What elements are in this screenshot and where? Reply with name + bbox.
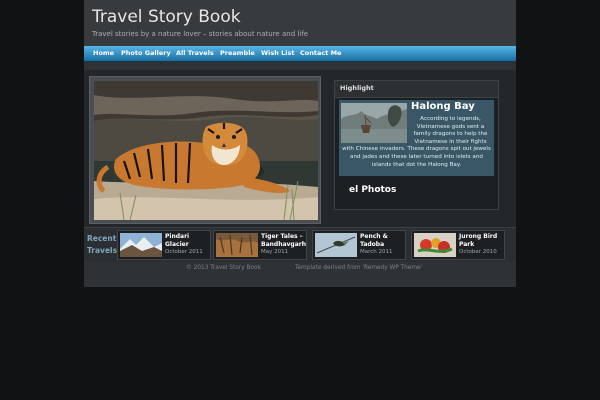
fruit-photo-icon (414, 233, 456, 257)
nav-home[interactable]: Home (93, 49, 114, 57)
highlight-excerpt-rest: with Chinese invaders. These dragons spi… (342, 146, 491, 168)
featured-area: Highlight Halong Bay According to legend… (84, 70, 516, 227)
footer-credit-link[interactable]: Template derived from 'Remedy WP Theme' (295, 265, 422, 271)
bird-photo-icon (315, 233, 357, 257)
nav-all-travels[interactable]: All Travels (176, 49, 214, 57)
highlight-panel: Highlight Halong Bay According to legend… (334, 80, 499, 210)
photo-gallery-teaser[interactable]: el Photos (349, 185, 396, 195)
recent-travels-bar: Recent Travels Pindari Glacier October 2… (84, 227, 516, 263)
recent-travel-date: October 2011 (165, 249, 203, 255)
site-title[interactable]: Travel Story Book (92, 7, 241, 27)
recent-travel-date: March 2011 (360, 249, 393, 255)
featured-slider (89, 76, 321, 224)
footer-copyright: © 2013 Travel Story Book (186, 265, 261, 271)
highlight-post[interactable]: Halong Bay According to legends, Vietnam… (339, 100, 494, 176)
highlight-header: Highlight (335, 81, 498, 98)
highlight-post-title[interactable]: Halong Bay (411, 101, 475, 112)
site-footer: © 2013 Travel Story Book Template derive… (84, 262, 516, 287)
recent-travel-item[interactable]: Tiger Tales – Bandhavgarh May 2011 (213, 230, 307, 260)
nav-preamble[interactable]: Preamble (220, 49, 255, 57)
site-header: Travel Story Book Travel stories by a na… (84, 0, 516, 46)
recent-travel-title[interactable]: Pench & Tadoba (360, 233, 406, 248)
highlight-heading: Highlight (340, 84, 374, 92)
forest-photo-icon (216, 233, 258, 257)
highlight-excerpt: According to legends, Vietnamese gods se… (341, 116, 492, 169)
nav-contact-me[interactable]: Contact Me (300, 49, 341, 57)
recent-travel-item[interactable]: Pindari Glacier October 2011 (117, 230, 211, 260)
recent-travel-title[interactable]: Tiger Tales – Bandhavgarh (261, 233, 307, 248)
recent-travel-title[interactable]: Pindari Glacier (165, 233, 211, 248)
recent-travel-item[interactable]: Jurong Bird Park October 2010 (411, 230, 505, 260)
main-nav: Home Photo Gallery All Travels Preamble … (84, 46, 516, 62)
nav-wish-list[interactable]: Wish List (261, 49, 295, 57)
recent-travel-title[interactable]: Jurong Bird Park (459, 233, 505, 248)
recent-travel-item[interactable]: Pench & Tadoba March 2011 (312, 230, 406, 260)
site-tagline: Travel stories by a nature lover – stori… (92, 30, 309, 38)
page-wrapper: Travel Story Book Travel stories by a na… (84, 0, 516, 287)
mountain-photo-icon (120, 233, 162, 257)
recent-travel-date: May 2011 (261, 249, 289, 255)
tiger-photo[interactable] (94, 81, 318, 220)
nav-photo-gallery[interactable]: Photo Gallery (121, 49, 171, 57)
recent-travel-date: October 2010 (459, 249, 497, 255)
recent-travels-label: Recent Travels (87, 234, 118, 255)
